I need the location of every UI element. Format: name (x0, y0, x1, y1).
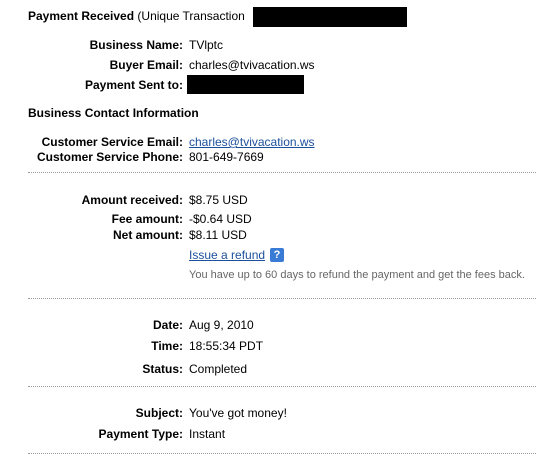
amount-received-label: Amount received: (81, 193, 183, 207)
time-value: 18:55:34 PDT (189, 339, 264, 353)
business-name-label: Business Name: (89, 38, 183, 52)
section-divider (28, 453, 536, 454)
net-amount-value: $8.11 USD (189, 228, 247, 242)
section-divider (28, 386, 536, 387)
fee-amount-label: Fee amount: (111, 212, 183, 226)
cs-phone-value: 801-649-7669 (189, 150, 264, 164)
page-header: Payment Received (Unique Transaction (28, 9, 245, 23)
business-name-value: TVlptc (189, 38, 224, 52)
section-divider (28, 298, 536, 299)
status-label: Status: (142, 362, 183, 376)
cs-phone-label: Customer Service Phone: (36, 150, 183, 164)
refund-note: You have up to 60 days to refund the pay… (189, 269, 525, 281)
section-divider (28, 172, 536, 173)
business-contact-heading: Business Contact Information (28, 106, 199, 120)
buyer-email-label: Buyer Email: (109, 58, 183, 72)
redacted-recipient (187, 75, 304, 94)
payment-type-value: Instant (189, 427, 226, 441)
fee-amount-value: -$0.64 USD (189, 212, 252, 226)
page-title: Payment Received (28, 9, 135, 23)
status-value: Completed (189, 362, 248, 376)
issue-refund-link[interactable]: Issue a refund (189, 248, 265, 262)
cs-email-label: Customer Service Email: (41, 135, 183, 149)
subject-value: You've got money! (189, 406, 287, 420)
time-label: Time: (151, 339, 183, 353)
subject-label: Subject: (135, 406, 183, 420)
amount-received-value: $8.75 USD (189, 193, 248, 207)
transaction-subtitle: (Unique Transaction (137, 9, 245, 23)
date-label: Date: (152, 318, 183, 332)
date-value: Aug 9, 2010 (189, 318, 254, 332)
payment-sent-to-label: Payment Sent to: (84, 78, 183, 92)
help-icon[interactable]: ? (270, 248, 284, 262)
payment-type-label: Payment Type: (98, 427, 183, 441)
net-amount-label: Net amount: (113, 228, 183, 242)
cs-email-link[interactable]: charles@tvivacation.ws (189, 135, 315, 149)
buyer-email-value: charles@tvivacation.ws (189, 58, 315, 72)
redacted-transaction-id (253, 7, 407, 27)
